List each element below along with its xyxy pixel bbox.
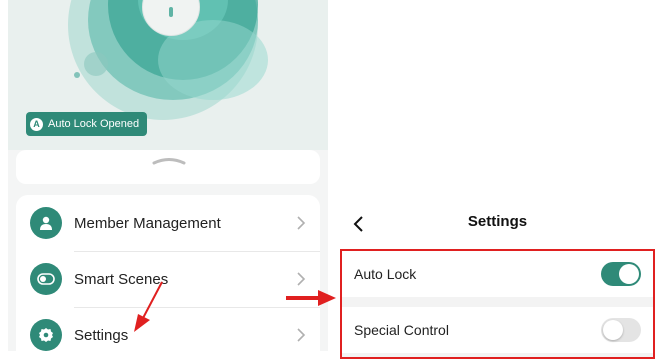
settings-screen: Settings Auto Lock Special Control <box>338 195 657 359</box>
chevron-right-icon <box>297 328 306 342</box>
setting-label: Auto Lock <box>354 266 417 282</box>
menu-item-label: Settings <box>74 326 129 344</box>
decorative-bubble <box>74 72 80 78</box>
lock-hero-graphic: A Auto Lock Opened <box>8 0 328 150</box>
lock-home-screen: A Auto Lock Opened Member Management Sma… <box>8 0 328 351</box>
auto-lock-status-badge: A Auto Lock Opened <box>26 112 148 136</box>
chevron-right-icon <box>297 216 306 230</box>
setting-label: Special Control <box>354 322 449 338</box>
menu-item-smart-scenes[interactable]: Smart Scenes <box>16 251 320 307</box>
chevron-right-icon <box>297 272 306 286</box>
menu-list: Member Management Smart Scenes Settings <box>16 195 320 351</box>
special-control-toggle[interactable] <box>601 318 641 342</box>
menu-item-label: Member Management <box>74 214 221 232</box>
toggle-switch-icon <box>30 263 62 295</box>
menu-item-member-management[interactable]: Member Management <box>16 195 320 251</box>
auto-lock-status-label: Auto Lock Opened <box>48 118 140 130</box>
page-title: Settings <box>467 213 528 230</box>
keyhole-icon <box>169 7 173 17</box>
annotation-arrow-icon <box>286 290 336 306</box>
decorative-bubble <box>84 52 108 76</box>
gear-icon <box>30 319 62 351</box>
annotation-arrow-icon <box>134 281 163 332</box>
drawer-handle-card[interactable] <box>16 150 320 184</box>
setting-row-special-control: Special Control <box>342 307 653 353</box>
person-icon <box>30 207 62 239</box>
menu-item-settings[interactable]: Settings <box>16 307 320 351</box>
annotation-highlight-box: Auto Lock Special Control <box>340 249 655 359</box>
setting-row-auto-lock: Auto Lock <box>342 251 653 297</box>
toggle-knob <box>603 320 623 340</box>
drawer-handle-icon[interactable] <box>152 156 186 166</box>
auto-icon: A <box>30 117 43 131</box>
toggle-knob <box>619 264 639 284</box>
auto-lock-toggle[interactable] <box>601 262 641 286</box>
